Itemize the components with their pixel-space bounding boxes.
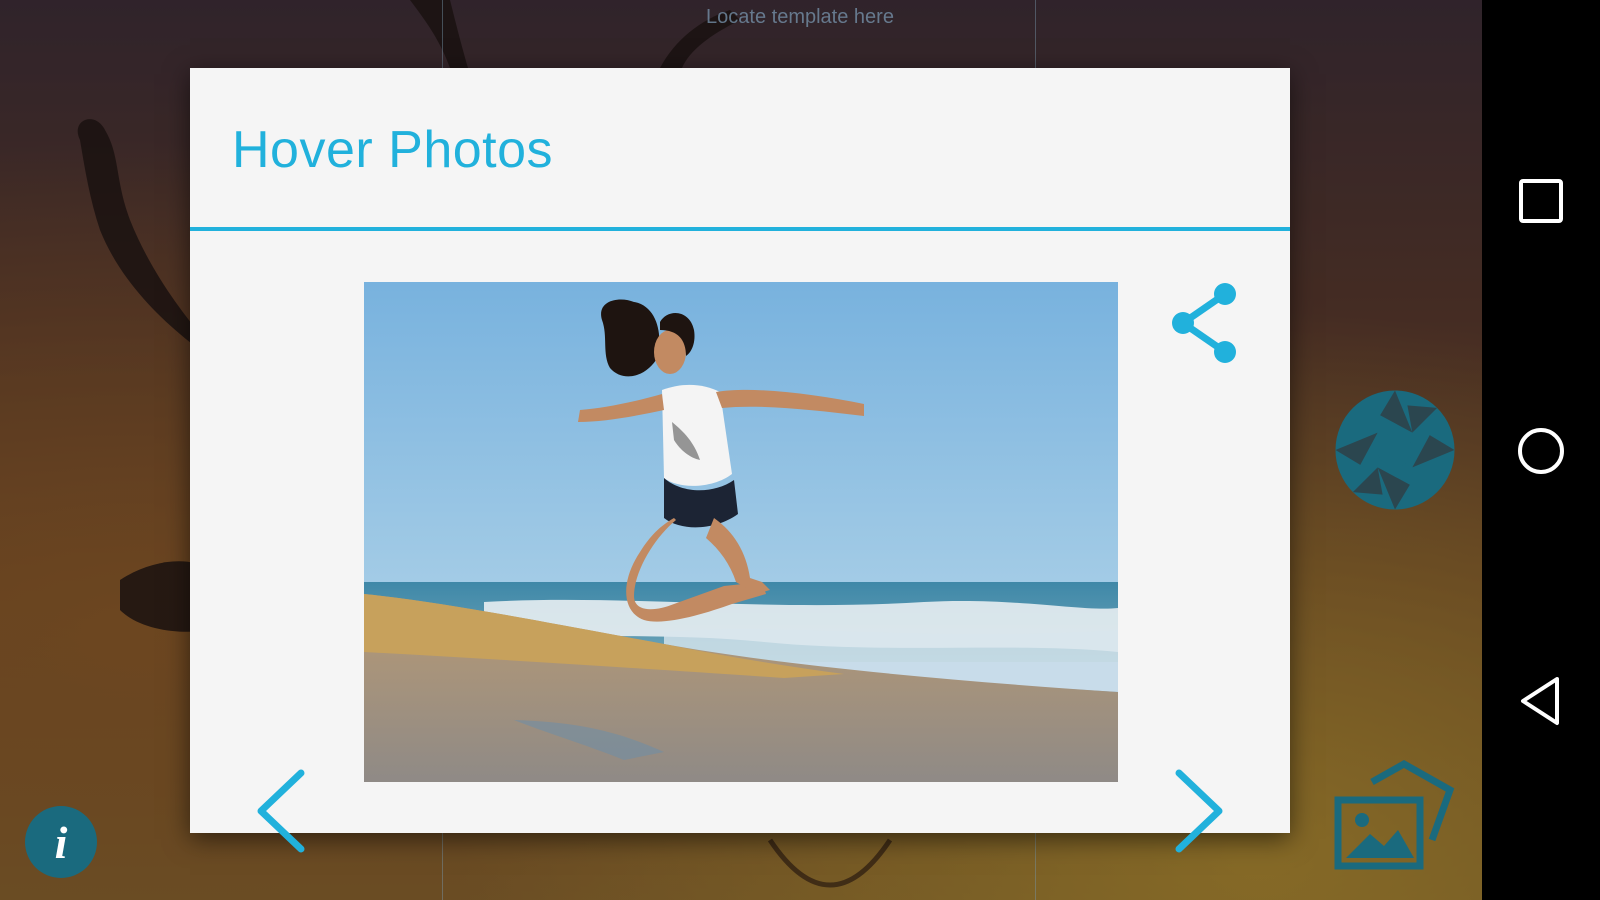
- photo-preview[interactable]: [364, 282, 1118, 782]
- info-icon: i: [54, 817, 68, 868]
- camera-screen: Locate template here i Hover Photos: [0, 0, 1600, 900]
- gallery-button[interactable]: [1332, 759, 1456, 872]
- square-icon: [1519, 179, 1563, 223]
- chevron-left-icon: [257, 769, 305, 853]
- share-button[interactable]: [1158, 278, 1248, 368]
- template-hint: Locate template here: [706, 6, 894, 28]
- chevron-right-icon: [1175, 769, 1223, 853]
- next-photo-button[interactable]: [1164, 763, 1234, 859]
- hover-photos-dialog: Hover Photos: [190, 68, 1290, 853]
- dialog-title: Hover Photos: [232, 121, 554, 179]
- camera-shutter-icon: [1335, 390, 1455, 510]
- triangle-back-icon: [1521, 677, 1559, 725]
- silhouette-figure-left: [77, 119, 210, 632]
- share-icon: [1172, 283, 1236, 363]
- android-nav-bar: [1482, 0, 1600, 900]
- home-button[interactable]: [1502, 412, 1580, 490]
- beach-photo: [364, 282, 1118, 782]
- back-button[interactable]: [1502, 662, 1580, 740]
- circle-icon: [1518, 428, 1564, 474]
- shutter-button[interactable]: [1333, 388, 1457, 512]
- title-divider: [190, 227, 1290, 231]
- info-button[interactable]: i: [25, 806, 97, 878]
- recents-button[interactable]: [1502, 162, 1580, 240]
- previous-photo-button[interactable]: [246, 763, 316, 859]
- gallery-icon: [1334, 759, 1455, 870]
